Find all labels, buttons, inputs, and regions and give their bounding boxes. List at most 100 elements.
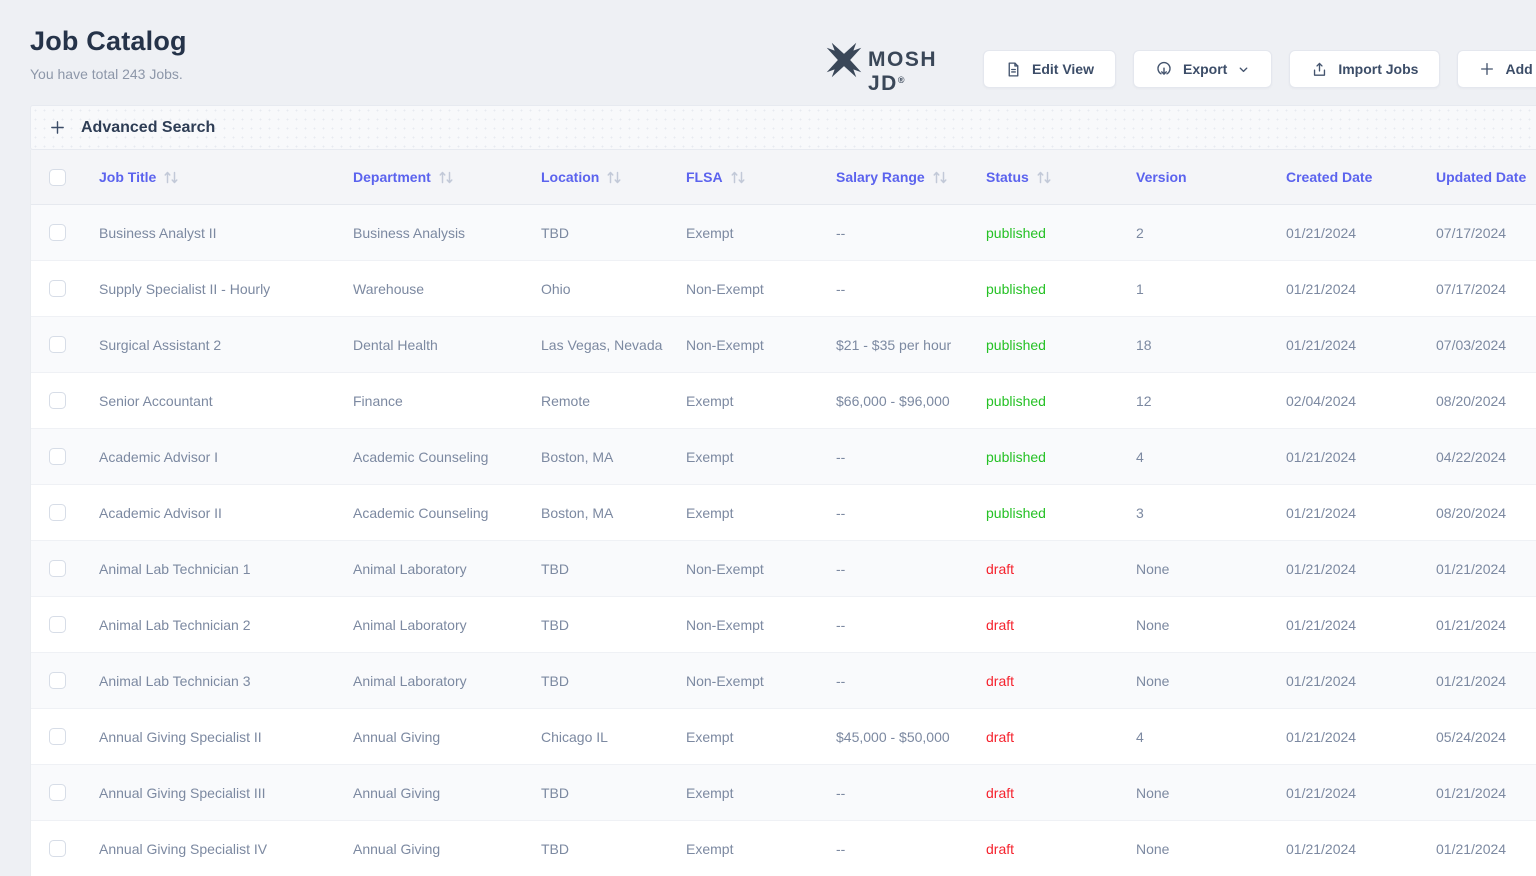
cell-salary-range: -- bbox=[836, 449, 986, 465]
row-checkbox[interactable] bbox=[49, 224, 66, 241]
column-header-status[interactable]: Status bbox=[986, 169, 1136, 185]
table-row[interactable]: Annual Giving Specialist IIAnnual Giving… bbox=[31, 709, 1536, 765]
export-button[interactable]: Export bbox=[1133, 50, 1272, 88]
cell-flsa: Exempt bbox=[686, 729, 836, 745]
table-row[interactable]: Supply Specialist II - HourlyWarehouseOh… bbox=[31, 261, 1536, 317]
cell-created-date: 01/21/2024 bbox=[1286, 449, 1436, 465]
cell-version: None bbox=[1136, 841, 1286, 857]
table-row[interactable]: Academic Advisor IAcademic CounselingBos… bbox=[31, 429, 1536, 485]
cell-status: published bbox=[986, 281, 1136, 297]
column-header-updated-date: Updated Date bbox=[1436, 169, 1536, 185]
column-header-location[interactable]: Location bbox=[541, 169, 686, 185]
column-header-label: Status bbox=[986, 169, 1029, 185]
cell-status: published bbox=[986, 225, 1136, 241]
row-checkbox-cell bbox=[31, 840, 99, 857]
column-header-label: Job Title bbox=[99, 169, 156, 185]
table-row[interactable]: Animal Lab Technician 3Animal Laboratory… bbox=[31, 653, 1536, 709]
cell-created-date: 01/21/2024 bbox=[1286, 617, 1436, 633]
add-new-label: Add New bbox=[1505, 61, 1536, 77]
cell-department: Finance bbox=[353, 393, 541, 409]
advanced-search-toggle[interactable]: Advanced Search bbox=[30, 105, 1536, 150]
cell-updated-date: 01/21/2024 bbox=[1436, 617, 1536, 633]
cell-job-title: Annual Giving Specialist II bbox=[99, 729, 353, 745]
row-checkbox-cell bbox=[31, 728, 99, 745]
sort-icon bbox=[438, 170, 455, 185]
row-checkbox-cell bbox=[31, 280, 99, 297]
row-checkbox[interactable] bbox=[49, 504, 66, 521]
document-icon bbox=[1005, 61, 1022, 78]
edit-view-button[interactable]: Edit View bbox=[983, 50, 1116, 88]
row-checkbox-cell bbox=[31, 392, 99, 409]
cell-salary-range: -- bbox=[836, 673, 986, 689]
import-jobs-button[interactable]: Import Jobs bbox=[1289, 50, 1440, 88]
logo-text: MOSH JD® bbox=[868, 48, 937, 96]
table-row[interactable]: Animal Lab Technician 1Animal Laboratory… bbox=[31, 541, 1536, 597]
column-header-salary-range[interactable]: Salary Range bbox=[836, 169, 986, 185]
column-header-department[interactable]: Department bbox=[353, 169, 541, 185]
cell-updated-date: 05/24/2024 bbox=[1436, 729, 1536, 745]
plus-icon bbox=[49, 119, 66, 136]
row-checkbox[interactable] bbox=[49, 392, 66, 409]
cell-flsa: Exempt bbox=[686, 841, 836, 857]
cell-status: draft bbox=[986, 617, 1136, 633]
row-checkbox[interactable] bbox=[49, 336, 66, 353]
cell-location: Chicago IL bbox=[541, 729, 686, 745]
table-row[interactable]: Senior AccountantFinanceRemoteExempt$66,… bbox=[31, 373, 1536, 429]
cell-created-date: 01/21/2024 bbox=[1286, 505, 1436, 521]
cell-version: None bbox=[1136, 785, 1286, 801]
table-row[interactable]: Animal Lab Technician 2Animal Laboratory… bbox=[31, 597, 1536, 653]
cell-status: published bbox=[986, 337, 1136, 353]
select-all-checkbox[interactable] bbox=[49, 169, 66, 186]
cell-department: Academic Counseling bbox=[353, 505, 541, 521]
sort-icon bbox=[932, 170, 949, 185]
sort-icon bbox=[606, 170, 623, 185]
column-header-job-title[interactable]: Job Title bbox=[99, 169, 353, 185]
row-checkbox[interactable] bbox=[49, 840, 66, 857]
table-row[interactable]: Academic Advisor IIAcademic CounselingBo… bbox=[31, 485, 1536, 541]
table-row[interactable]: Surgical Assistant 2Dental HealthLas Veg… bbox=[31, 317, 1536, 373]
cell-created-date: 02/04/2024 bbox=[1286, 393, 1436, 409]
cell-status: draft bbox=[986, 841, 1136, 857]
cell-created-date: 01/21/2024 bbox=[1286, 337, 1436, 353]
row-checkbox[interactable] bbox=[49, 448, 66, 465]
row-checkbox[interactable] bbox=[49, 728, 66, 745]
cell-job-title: Animal Lab Technician 2 bbox=[99, 617, 353, 633]
column-header-label: Created Date bbox=[1286, 169, 1372, 185]
cell-updated-date: 08/20/2024 bbox=[1436, 505, 1536, 521]
row-checkbox-cell bbox=[31, 448, 99, 465]
cell-version: 2 bbox=[1136, 225, 1286, 241]
column-header-label: Version bbox=[1136, 169, 1187, 185]
row-checkbox[interactable] bbox=[49, 280, 66, 297]
page-title: Job Catalog bbox=[30, 26, 187, 57]
cell-job-title: Annual Giving Specialist III bbox=[99, 785, 353, 801]
cell-location: Ohio bbox=[541, 281, 686, 297]
cell-location: TBD bbox=[541, 225, 686, 241]
cloud-download-icon bbox=[1155, 60, 1173, 78]
row-checkbox-cell bbox=[31, 504, 99, 521]
row-checkbox[interactable] bbox=[49, 672, 66, 689]
add-new-button[interactable]: Add New bbox=[1457, 50, 1536, 88]
table-row[interactable]: Annual Giving Specialist IVAnnual Giving… bbox=[31, 821, 1536, 876]
row-checkbox[interactable] bbox=[49, 784, 66, 801]
cell-job-title: Academic Advisor II bbox=[99, 505, 353, 521]
cell-updated-date: 01/21/2024 bbox=[1436, 673, 1536, 689]
cell-salary-range: $66,000 - $96,000 bbox=[836, 393, 986, 409]
cell-location: TBD bbox=[541, 561, 686, 577]
cell-status: published bbox=[986, 393, 1136, 409]
column-header-created-date: Created Date bbox=[1286, 169, 1436, 185]
cell-department: Animal Laboratory bbox=[353, 617, 541, 633]
mosh-jd-logo-icon bbox=[826, 42, 862, 78]
cell-version: None bbox=[1136, 617, 1286, 633]
row-checkbox-cell bbox=[31, 336, 99, 353]
jobs-count-text: You have total 243 Jobs. bbox=[30, 66, 187, 82]
chevron-down-icon bbox=[1237, 63, 1250, 76]
table-row[interactable]: Business Analyst IIBusiness AnalysisTBDE… bbox=[31, 205, 1536, 261]
cell-version: 4 bbox=[1136, 449, 1286, 465]
column-header-flsa[interactable]: FLSA bbox=[686, 169, 836, 185]
cell-job-title: Business Analyst II bbox=[99, 225, 353, 241]
row-checkbox[interactable] bbox=[49, 616, 66, 633]
cell-department: Animal Laboratory bbox=[353, 673, 541, 689]
table-row[interactable]: Annual Giving Specialist IIIAnnual Givin… bbox=[31, 765, 1536, 821]
row-checkbox[interactable] bbox=[49, 560, 66, 577]
cell-flsa: Exempt bbox=[686, 225, 836, 241]
